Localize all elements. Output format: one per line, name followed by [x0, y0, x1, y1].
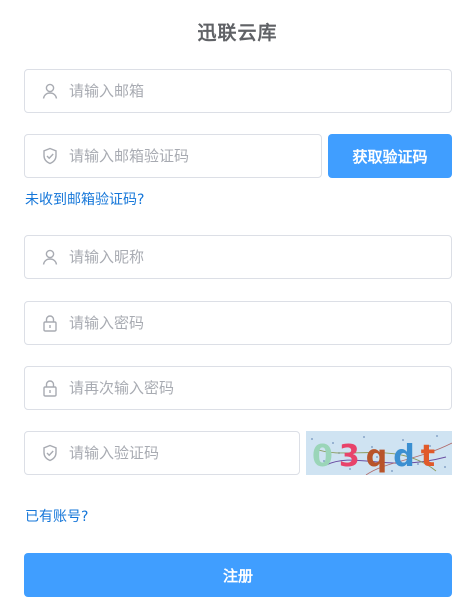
email-code-field-wrapper	[24, 134, 322, 178]
captcha-char-2: 3	[339, 439, 366, 474]
have-account-link[interactable]: 已有账号?	[25, 506, 88, 526]
email-field-wrapper	[24, 69, 452, 113]
captcha-graphic: 03qdt	[306, 431, 452, 475]
lock-icon	[41, 379, 59, 397]
user-icon	[41, 248, 59, 266]
captcha-image[interactable]: 03qdt	[306, 431, 452, 475]
confirm-password-field-wrapper	[24, 366, 452, 410]
captcha-char-1: 0	[312, 439, 339, 474]
user-icon	[41, 82, 59, 100]
captcha-field-wrapper	[24, 431, 300, 475]
register-button[interactable]: 注册	[24, 553, 452, 597]
email-input[interactable]	[69, 82, 410, 100]
captcha-char-5: t	[421, 439, 441, 474]
captcha-text: 03qdt	[312, 439, 441, 474]
captcha-char-4: d	[393, 439, 420, 474]
password-input[interactable]	[69, 314, 410, 332]
email-code-input[interactable]	[69, 147, 306, 165]
password-field-wrapper	[24, 301, 452, 345]
shield-icon	[41, 147, 59, 165]
captcha-input[interactable]	[69, 444, 289, 462]
no-code-link[interactable]: 未收到邮箱验证码?	[25, 189, 144, 209]
nickname-field-wrapper	[24, 235, 452, 279]
captcha-char-3: q	[366, 439, 393, 474]
confirm-password-input[interactable]	[69, 379, 410, 397]
page-title: 迅联云库	[197, 22, 278, 44]
shield-icon	[41, 444, 59, 462]
nickname-input[interactable]	[69, 248, 410, 266]
get-code-button[interactable]: 获取验证码	[328, 134, 452, 178]
lock-icon	[41, 314, 59, 332]
